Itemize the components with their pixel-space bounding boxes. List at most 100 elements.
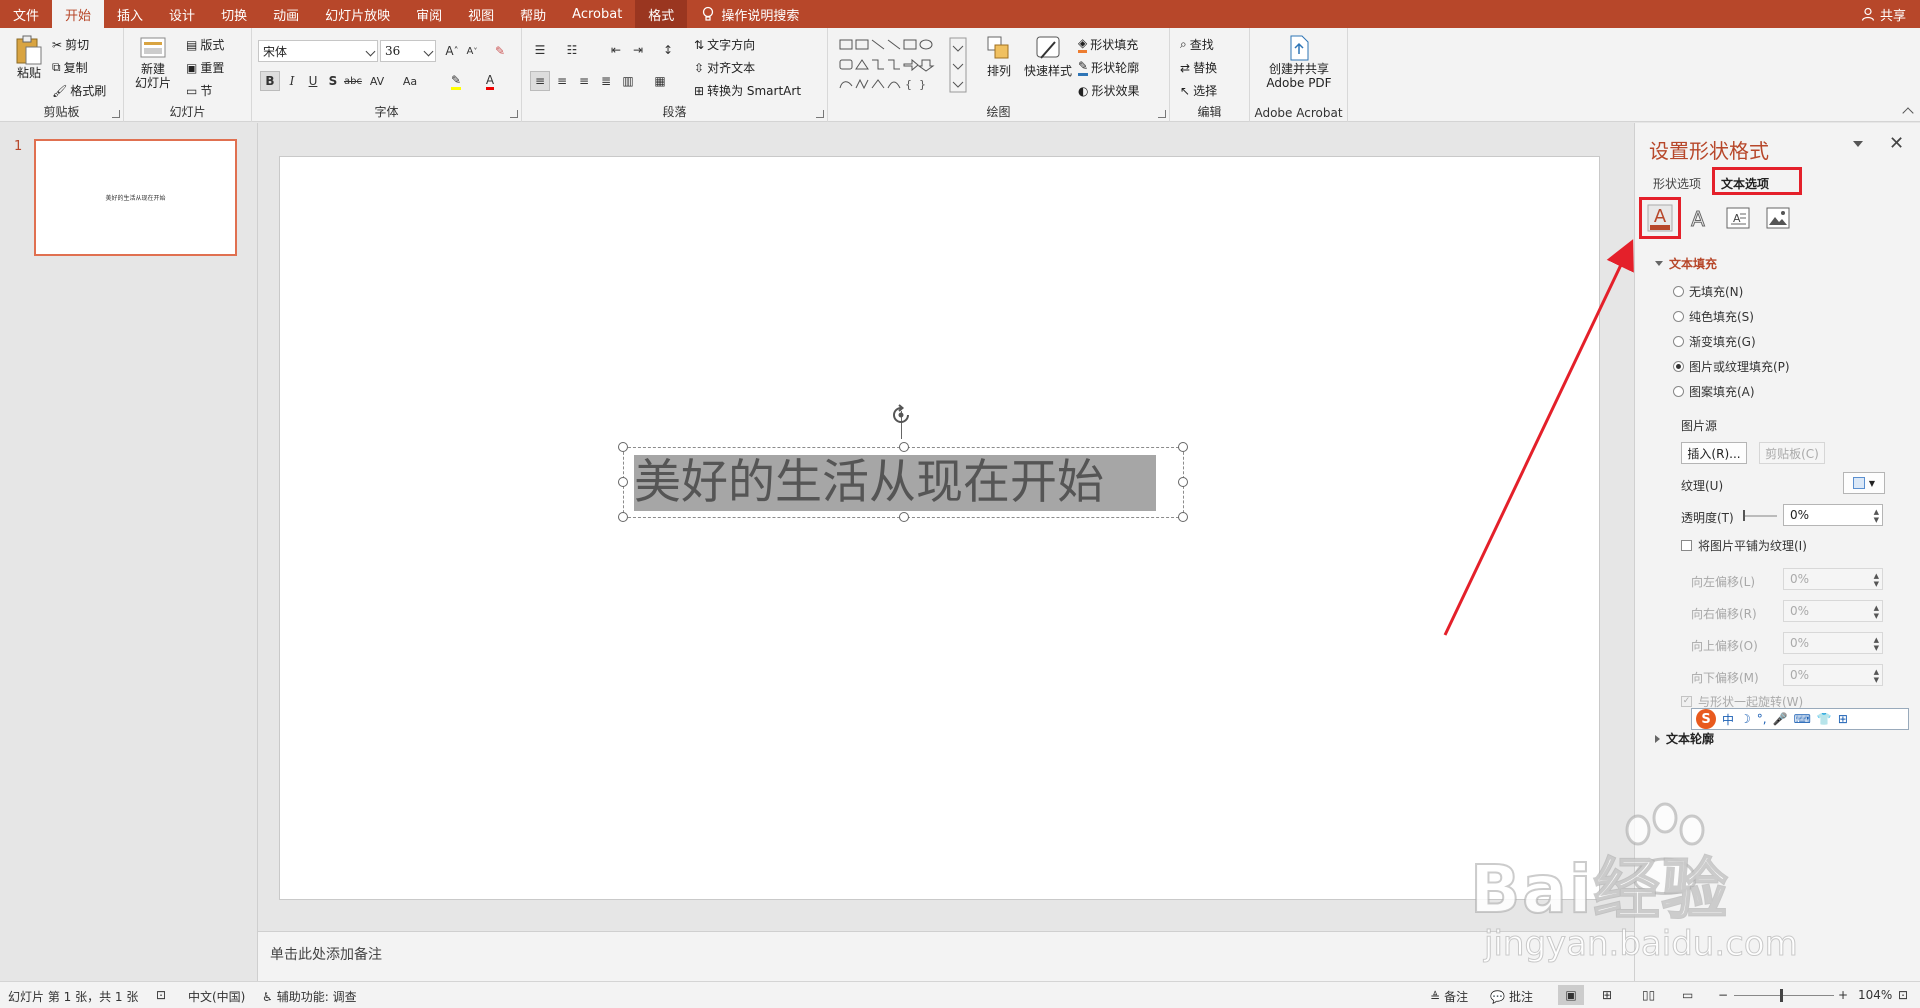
textbox-tab[interactable]: A <box>1723 203 1753 233</box>
notes-button[interactable]: ≜ 备注 <box>1430 988 1468 1005</box>
resize-handle[interactable] <box>618 512 628 522</box>
slideshow-button[interactable]: ▭ <box>1682 988 1693 1002</box>
resize-handle[interactable] <box>1178 477 1188 487</box>
paste-button[interactable]: 粘贴 <box>12 34 46 80</box>
drawing-launcher[interactable] <box>1158 110 1166 118</box>
paragraph-launcher[interactable] <box>816 110 824 118</box>
smartart-button[interactable]: ⊞ 转换为 SmartArt <box>694 82 801 99</box>
pane-options-icon[interactable] <box>1853 141 1863 147</box>
font-name-combo[interactable]: 宋体 <box>258 40 378 62</box>
highlight-button[interactable]: ✎ <box>446 71 466 91</box>
transparency-input[interactable]: 0% ▲ ▼ <box>1783 504 1883 526</box>
resize-handle[interactable] <box>899 442 909 452</box>
shape-effects-button[interactable]: ◐ 形状效果 <box>1078 82 1140 99</box>
shrink-font-button[interactable]: A ˅ <box>462 41 482 61</box>
transparency-slider[interactable] <box>1743 515 1777 517</box>
fill-option-4[interactable]: 图案填充(A) <box>1673 383 1755 400</box>
zoom-slider-thumb[interactable] <box>1780 989 1783 1002</box>
replace-button[interactable]: ⇄ 替换 <box>1180 59 1217 76</box>
underline-button[interactable]: U <box>303 71 323 91</box>
normal-view-button[interactable]: ▣ <box>1558 985 1584 1005</box>
layout-button[interactable]: ▤ 版式 <box>186 36 224 53</box>
zoom-in-button[interactable]: + <box>1838 988 1848 1002</box>
tab-6[interactable]: 幻灯片放映 <box>312 0 403 28</box>
resize-handle[interactable] <box>618 477 628 487</box>
resize-handle[interactable] <box>899 512 909 522</box>
find-button[interactable]: ⌕ 查找 <box>1180 36 1214 53</box>
share-button[interactable]: 共享 <box>1861 0 1906 28</box>
line-spacing-button[interactable]: ↕ <box>658 40 678 60</box>
clipboard-picture-button[interactable]: 剪贴板(C) <box>1759 442 1825 464</box>
rotate-handle-icon[interactable] <box>889 403 913 427</box>
shape-fill-button[interactable]: ◈ 形状填充 <box>1078 36 1138 53</box>
columns-button[interactable]: ▦ <box>650 71 670 91</box>
select-button[interactable]: ↖ 选择 <box>1180 82 1217 99</box>
text-fill-section-header[interactable]: 文本填充 <box>1655 255 1717 272</box>
text-direction-button[interactable]: ⇅ 文字方向 <box>694 36 755 53</box>
slide-canvas[interactable]: 美好的生活从现在开始 <box>279 156 1600 900</box>
zoom-level[interactable]: 104% <box>1858 988 1892 1002</box>
shapes-gallery[interactable]: {} <box>838 36 970 96</box>
spinner-arrows-icon[interactable]: ▲ ▼ <box>1874 572 1879 588</box>
tab-shape-options[interactable]: 形状选项 <box>1653 175 1701 192</box>
fill-option-1[interactable]: 纯色填充(S) <box>1673 308 1754 325</box>
resize-handle[interactable] <box>1178 442 1188 452</box>
tab-3[interactable]: 设计 <box>156 0 208 28</box>
cut-button[interactable]: ✂ 剪切 <box>52 36 89 53</box>
spinner-arrows-icon[interactable]: ▲ ▼ <box>1874 604 1879 620</box>
fill-option-2[interactable]: 渐变填充(G) <box>1673 333 1756 350</box>
tab-11[interactable]: 格式 <box>635 0 688 28</box>
tile-texture-checkbox[interactable]: 将图片平铺为纹理(I) <box>1681 537 1807 554</box>
shape-outline-button[interactable]: ✎ 形状轮廓 <box>1078 59 1139 76</box>
italic-button[interactable]: I <box>282 71 302 91</box>
tab-8[interactable]: 视图 <box>455 0 507 28</box>
numbering-button[interactable]: ☷ <box>562 40 582 60</box>
new-slide-button[interactable]: 新建 幻灯片 <box>130 34 176 90</box>
alt-text-tab[interactable] <box>1763 203 1793 233</box>
resize-handle[interactable] <box>1178 512 1188 522</box>
title-textbox[interactable]: 美好的生活从现在开始 <box>618 442 1188 522</box>
fill-option-0[interactable]: 无填充(N) <box>1673 283 1743 300</box>
ime-toolbar[interactable]: S 中 ☽ °, 🎤 ⌨ 👕 ⊞ <box>1691 708 1909 730</box>
font-launcher[interactable] <box>510 110 518 118</box>
collapse-ribbon-icon[interactable] <box>1902 107 1914 119</box>
decrease-indent-button[interactable]: ⇤ <box>606 40 626 60</box>
font-size-combo[interactable]: 36 <box>380 40 436 62</box>
reset-button[interactable]: ▣ 重置 <box>186 59 224 76</box>
spellcheck-icon[interactable]: ⊡ <box>156 988 166 1002</box>
offset-input[interactable]: 0% ▲ ▼ <box>1783 664 1883 686</box>
copy-button[interactable]: ⧉ 复制 <box>52 59 88 76</box>
distributed-button[interactable]: ▥ <box>618 71 638 91</box>
zoom-slider[interactable] <box>1734 995 1834 996</box>
texture-picker[interactable]: ▼ <box>1843 472 1885 494</box>
clear-format-button[interactable]: ✎ <box>490 41 510 61</box>
accessibility-button[interactable]: ♿ 辅助功能: 调查 <box>262 988 357 1005</box>
slide-title-text[interactable]: 美好的生活从现在开始 <box>634 453 1104 513</box>
align-text-button[interactable]: ⇳ 对齐文本 <box>694 59 755 76</box>
shadow-button[interactable]: S <box>323 71 343 91</box>
tab-5[interactable]: 动画 <box>260 0 312 28</box>
offset-input[interactable]: 0% ▲ ▼ <box>1783 568 1883 590</box>
tab-0[interactable]: 文件 <box>0 0 52 28</box>
align-right-button[interactable]: ≡ <box>574 71 594 91</box>
tab-1[interactable]: 开始 <box>52 0 105 28</box>
tab-4[interactable]: 切换 <box>208 0 260 28</box>
increase-indent-button[interactable]: ⇥ <box>628 40 648 60</box>
offset-input[interactable]: 0% ▲ ▼ <box>1783 632 1883 654</box>
bullets-button[interactable]: ☰ <box>530 40 550 60</box>
change-case-button[interactable]: Aa <box>400 71 420 91</box>
spinner-arrows-icon[interactable]: ▲ ▼ <box>1874 668 1879 684</box>
notes-pane[interactable]: 单击此处添加备注 <box>258 931 1634 981</box>
slider-thumb[interactable] <box>1743 510 1745 521</box>
bold-button[interactable]: B <box>260 71 280 91</box>
text-effects-tab[interactable]: A <box>1683 203 1713 233</box>
tab-2[interactable]: 插入 <box>104 0 156 28</box>
arrange-button[interactable]: 排列 <box>980 34 1018 78</box>
tab-10[interactable]: Acrobat <box>559 0 635 28</box>
fill-option-3[interactable]: 图片或纹理填充(P) <box>1673 358 1790 375</box>
section-button[interactable]: ▭ 节 <box>186 82 212 99</box>
spinner-arrows-icon[interactable]: ▲ ▼ <box>1874 636 1879 652</box>
format-painter-button[interactable]: 🖌 格式刷 <box>52 82 106 99</box>
fit-to-window-icon[interactable]: ⊡ <box>1898 988 1908 1002</box>
slide-sorter-button[interactable]: ⊞ <box>1602 988 1612 1002</box>
